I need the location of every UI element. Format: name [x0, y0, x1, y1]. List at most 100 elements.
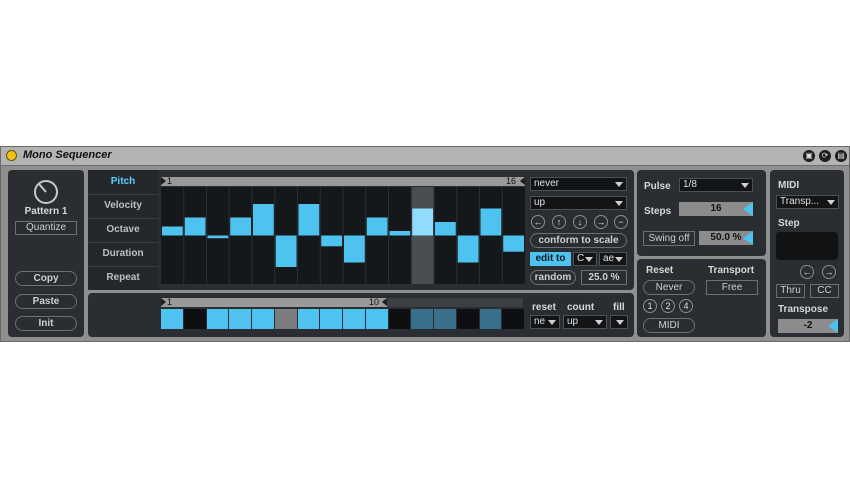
- step-right-arrow-icon[interactable]: →: [822, 265, 836, 279]
- pitch-step-bar[interactable]: [389, 231, 411, 236]
- swing-amount[interactable]: 50.0 %: [699, 231, 753, 245]
- trigger-cell[interactable]: [161, 309, 183, 329]
- pattern-knob[interactable]: [31, 178, 61, 206]
- paste-button[interactable]: Paste: [15, 294, 77, 309]
- tab-duration[interactable]: Duration: [88, 242, 158, 267]
- trigger-cell[interactable]: [411, 309, 433, 329]
- pitch-step-bar[interactable]: [162, 226, 183, 236]
- pitch-step-bar[interactable]: [412, 208, 433, 236]
- pitch-step-bar[interactable]: [344, 235, 365, 263]
- chevron-down-icon: [595, 320, 603, 325]
- cc-button[interactable]: CC: [810, 284, 839, 298]
- chevron-down-icon: [616, 320, 624, 325]
- reset-midi-button[interactable]: MIDI: [643, 318, 695, 333]
- pitch-step-bar[interactable]: [435, 222, 456, 236]
- trigger-loop-bar[interactable]: 1 10: [161, 297, 387, 307]
- init-button[interactable]: Init: [15, 316, 77, 331]
- left-arrow-icon[interactable]: ←: [531, 215, 545, 229]
- title-bar: Mono Sequencer ▣ ⟳ ▤: [1, 147, 849, 166]
- loop-start-label: 1: [167, 176, 173, 186]
- tab-pitch[interactable]: Pitch: [88, 170, 158, 195]
- reset-4-button[interactable]: 4: [679, 299, 693, 313]
- tab-velocity[interactable]: Velocity: [88, 194, 158, 219]
- loop-bar[interactable]: 1 16: [161, 176, 525, 186]
- pattern-panel: Pattern 1 Quantize Copy Paste Init: [8, 170, 84, 337]
- step-display[interactable]: [776, 232, 838, 260]
- trigger-cell[interactable]: [297, 309, 320, 329]
- edit-to-button[interactable]: edit to: [530, 252, 571, 266]
- conform-to-scale-button[interactable]: conform to scale: [530, 233, 627, 248]
- tab-repeat[interactable]: Repeat: [88, 266, 158, 290]
- midi-mode-dropdown[interactable]: Transp...: [776, 195, 839, 209]
- quantize-button[interactable]: Quantize: [15, 221, 77, 235]
- minus-icon[interactable]: −: [614, 215, 628, 229]
- pitch-step-bar[interactable]: [503, 235, 524, 252]
- trigger-cell[interactable]: [229, 309, 251, 329]
- pulse-label: Pulse: [644, 181, 671, 192]
- trigger-cell[interactable]: [388, 309, 411, 329]
- pitch-step-bar[interactable]: [230, 217, 251, 236]
- step-left-arrow-icon[interactable]: ←: [800, 265, 814, 279]
- trigger-cell[interactable]: [434, 309, 456, 329]
- steps-number[interactable]: 16: [679, 202, 753, 216]
- right-arrow-icon[interactable]: →: [594, 215, 608, 229]
- mode-dropdown-1[interactable]: never: [530, 177, 627, 191]
- trigger-cell[interactable]: [252, 309, 274, 329]
- reset-never-button[interactable]: Never: [643, 280, 695, 295]
- pitch-step-bar[interactable]: [207, 235, 229, 239]
- down-arrow-icon[interactable]: ↓: [573, 215, 587, 229]
- tab-octave[interactable]: Octave: [88, 218, 158, 243]
- reset-1-button[interactable]: 1: [643, 299, 657, 313]
- random-amount-field[interactable]: 25.0 %: [581, 270, 627, 285]
- up-arrow-icon[interactable]: ↑: [552, 215, 566, 229]
- swing-toggle[interactable]: Swing off: [643, 231, 695, 246]
- key-dropdown[interactable]: C: [573, 252, 597, 266]
- trigger-cell[interactable]: [479, 309, 502, 329]
- trigger-cell[interactable]: [183, 309, 206, 329]
- reset-label: reset: [532, 302, 556, 313]
- trigger-cell[interactable]: [365, 309, 388, 329]
- pitch-step-bar[interactable]: [184, 217, 206, 236]
- pitch-step-bar[interactable]: [457, 235, 479, 263]
- steps-label: Steps: [644, 206, 672, 217]
- pitch-step-bar[interactable]: [321, 235, 342, 247]
- chevron-down-icon: [615, 257, 623, 262]
- transport-free-button[interactable]: Free: [706, 280, 758, 295]
- trigger-cell[interactable]: [343, 309, 365, 329]
- pitch-step-bar[interactable]: [253, 204, 274, 236]
- trigger-cell[interactable]: [274, 309, 297, 329]
- pulse-dropdown[interactable]: 1/8: [679, 178, 753, 192]
- reset-dropdown[interactable]: ne: [530, 315, 560, 329]
- trigger-cell[interactable]: [320, 309, 342, 329]
- trigger-cells[interactable]: [161, 309, 525, 329]
- count-dropdown[interactable]: up: [563, 315, 607, 329]
- reset-2-button[interactable]: 2: [661, 299, 675, 313]
- pitch-step-bar[interactable]: [480, 208, 502, 236]
- trigger-loop-end: 10: [368, 297, 379, 307]
- fill-dropdown[interactable]: [610, 315, 628, 329]
- copy-button[interactable]: Copy: [15, 271, 77, 286]
- pitch-step-bar[interactable]: [275, 235, 297, 268]
- reset-transport-panel: Reset Transport Never Free 1 2 4 MIDI: [637, 259, 766, 337]
- pitch-step-grid[interactable]: [161, 187, 525, 284]
- refresh-icon[interactable]: ⟳: [819, 150, 831, 162]
- trigger-cell[interactable]: [206, 309, 229, 329]
- chevron-down-icon: [585, 257, 593, 262]
- count-label: count: [567, 302, 595, 313]
- mono-sequencer-device: Mono Sequencer ▣ ⟳ ▤ Pattern 1 Quantize …: [0, 146, 850, 342]
- chevron-down-icon: [827, 200, 835, 205]
- scale-dropdown[interactable]: ae: [599, 252, 627, 266]
- pitch-step-bar[interactable]: [298, 204, 320, 236]
- transpose-number[interactable]: -2: [778, 319, 838, 333]
- midi-panel: MIDI Transp... Step ← → Thru CC Transpos…: [770, 170, 844, 337]
- trigger-cell[interactable]: [502, 309, 524, 329]
- settings-icon[interactable]: ▤: [835, 150, 847, 162]
- save-icon[interactable]: ▣: [803, 150, 815, 162]
- trigger-cell[interactable]: [456, 309, 479, 329]
- pitch-step-bar[interactable]: [366, 217, 388, 236]
- thru-button[interactable]: Thru: [776, 284, 805, 298]
- random-button[interactable]: random: [530, 270, 576, 285]
- transpose-label: Transpose: [778, 304, 829, 315]
- mode-dropdown-2[interactable]: up: [530, 196, 627, 210]
- power-icon[interactable]: [6, 150, 17, 161]
